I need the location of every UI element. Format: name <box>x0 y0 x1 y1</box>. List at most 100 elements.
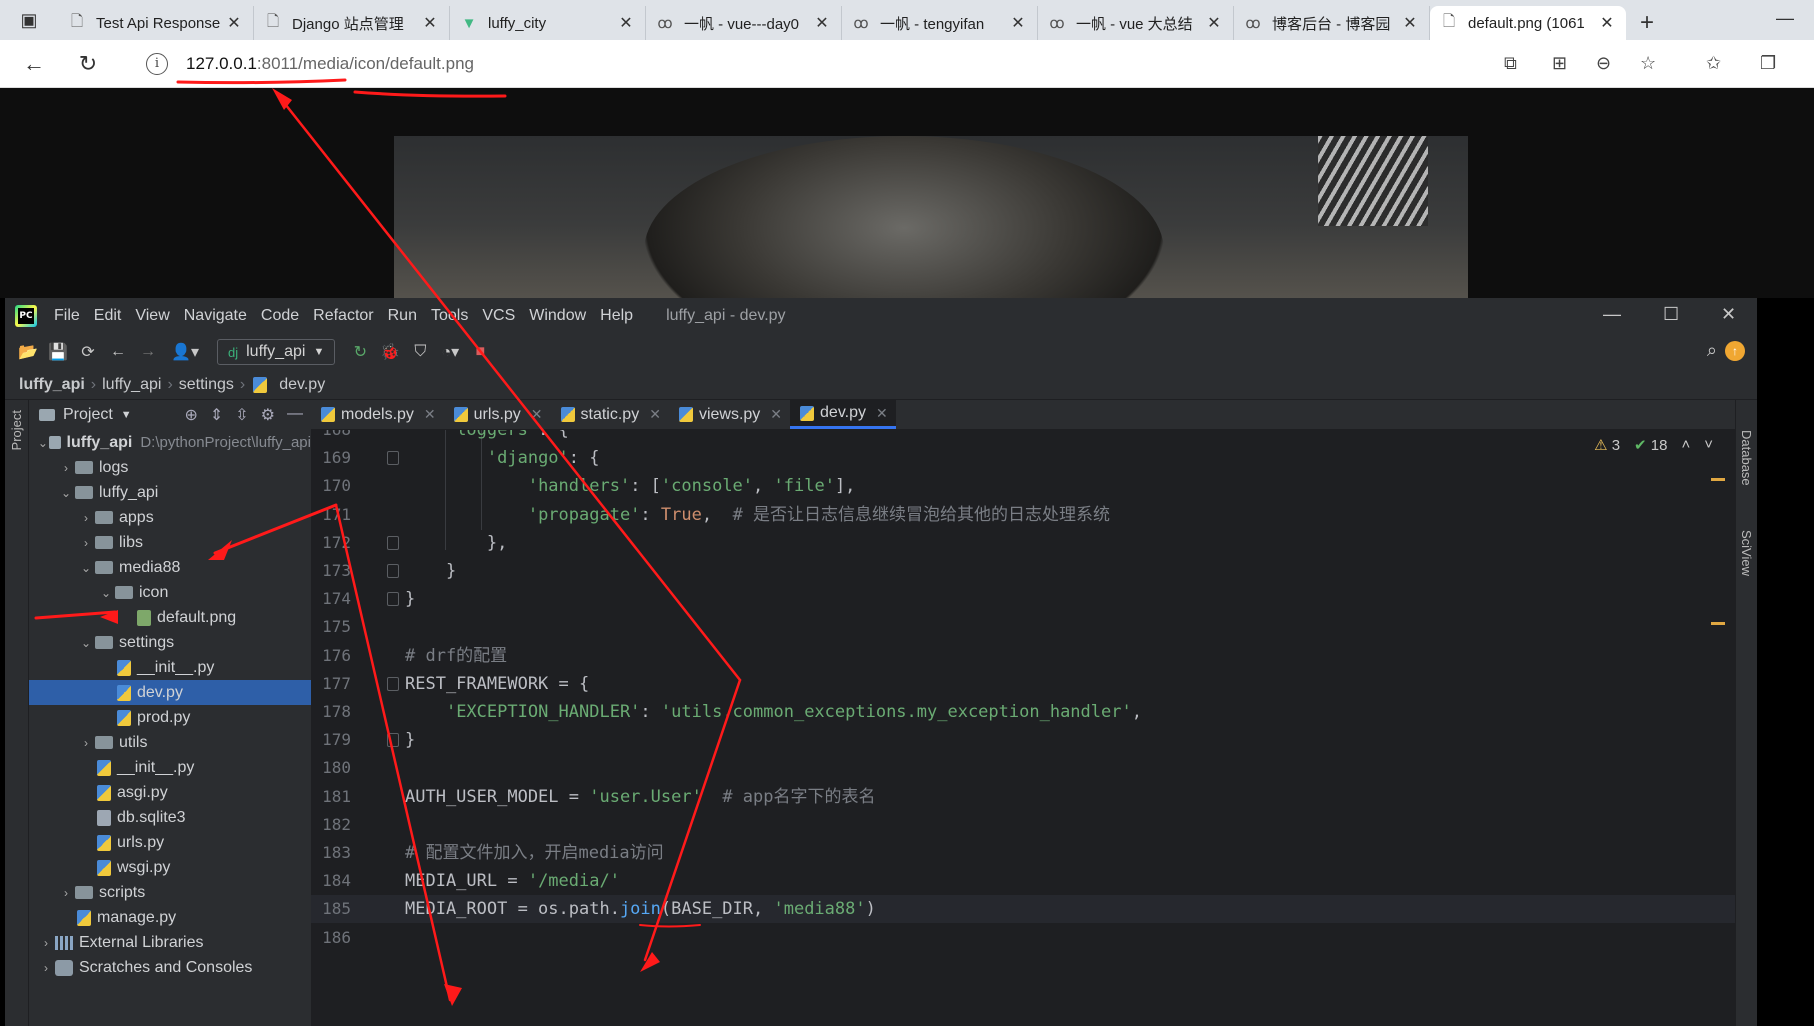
code-line[interactable]: 181 AUTH_USER_MODEL = 'user.User' # app名字… <box>311 783 1735 811</box>
tree-item[interactable]: db.sqlite3 <box>29 805 311 830</box>
code-line[interactable]: 170 'handlers': ['console', 'file'], <box>311 472 1735 500</box>
window-maximize-icon[interactable]: ☐ <box>1663 304 1679 325</box>
menu-item-refactor[interactable]: Refactor <box>306 307 380 325</box>
editor-tab[interactable]: views.py ✕ <box>669 400 790 429</box>
site-info-icon[interactable]: i <box>146 53 168 75</box>
menu-item-code[interactable]: Code <box>254 307 306 325</box>
reload-icon[interactable]: ↻ <box>74 50 102 78</box>
chevron-right-icon[interactable]: › <box>57 461 75 475</box>
menu-item-navigate[interactable]: Navigate <box>177 307 254 325</box>
nav-back-icon[interactable]: ← <box>103 343 133 361</box>
chevron-down-icon[interactable]: ⌄ <box>77 561 95 575</box>
save-all-icon[interactable]: 💾 <box>43 342 73 362</box>
tree-item[interactable]: default.png <box>29 605 311 630</box>
error-stripe-mark[interactable] <box>1711 478 1725 481</box>
update-icon[interactable]: ↑ <box>1725 341 1745 361</box>
url-text[interactable]: 127.0.0.1:8011/media/icon/default.png <box>186 54 474 74</box>
nav-forward-icon[interactable]: → <box>133 343 163 361</box>
chevron-right-icon[interactable]: › <box>57 886 75 900</box>
menu-item-run[interactable]: Run <box>381 307 424 325</box>
editor-tab[interactable]: dev.py ✕ <box>790 400 896 429</box>
profile-icon[interactable]: ◔▾ <box>435 342 465 362</box>
chevron-down-icon[interactable]: ▼ <box>121 409 132 421</box>
favorites-icon[interactable]: ✩ <box>1706 53 1721 74</box>
chevron-right-icon[interactable]: › <box>77 511 95 525</box>
rerun-icon[interactable]: ↻ <box>345 342 375 362</box>
browser-tab[interactable]: ꝏ 一帆 - tengyifan ✕ <box>842 6 1038 40</box>
code-line[interactable]: 168 'loggers': { <box>311 430 1735 444</box>
tree-item[interactable]: › apps <box>29 505 311 530</box>
run-config-selector[interactable]: dj luffy_api ▼ <box>217 339 336 365</box>
tree-item[interactable]: asgi.py <box>29 780 311 805</box>
code-line[interactable]: 173 } <box>311 557 1735 585</box>
code-line[interactable]: 169 'django': { <box>311 444 1735 472</box>
fold-marker-icon[interactable] <box>387 451 399 466</box>
code-line[interactable]: 180 <box>311 754 1735 782</box>
fold-marker-icon[interactable] <box>387 733 399 748</box>
chevron-right-icon[interactable]: › <box>77 536 95 550</box>
tree-item[interactable]: ⌄ icon <box>29 580 311 605</box>
window-close-icon[interactable]: ✕ <box>1721 304 1736 325</box>
sciview-tool-button[interactable]: SciView <box>1739 530 1754 576</box>
code-line[interactable]: 174} <box>311 585 1735 613</box>
close-icon[interactable]: ✕ <box>1598 13 1616 33</box>
tree-item[interactable]: › logs <box>29 455 311 480</box>
breadcrumb-item[interactable]: luffy_api <box>19 376 85 394</box>
gear-icon[interactable]: ⚙ <box>261 405 275 425</box>
code-area[interactable]: 168 'loggers': {169 'django': {170 'hand… <box>311 430 1735 1026</box>
close-icon[interactable]: ✕ <box>1205 13 1223 33</box>
hide-panel-icon[interactable]: — <box>287 405 303 425</box>
breadcrumb-item[interactable]: dev.py <box>279 376 325 394</box>
code-line[interactable]: 179} <box>311 726 1735 754</box>
tree-item[interactable]: urls.py <box>29 830 311 855</box>
sync-icon[interactable]: ⟳ <box>73 342 103 362</box>
tree-item[interactable]: ⌄ luffy_api <box>29 480 311 505</box>
locate-icon[interactable]: ⊕ <box>184 405 197 425</box>
chevron-down-icon[interactable]: ˅ <box>1704 436 1713 454</box>
browser-tab[interactable]: ꝏ 一帆 - vue 大总结 ✕ <box>1038 6 1234 40</box>
close-icon[interactable]: ✕ <box>1009 13 1027 33</box>
chevron-down-icon[interactable]: ⌄ <box>57 486 75 500</box>
project-view-selector[interactable]: Project <box>63 406 113 424</box>
tree-item[interactable]: dev.py <box>29 680 311 705</box>
browser-tab[interactable]: 🗋 default.png (1061 ✕ <box>1430 6 1626 40</box>
browser-tab[interactable]: 🗋 Django 站点管理 ✕ <box>254 6 450 40</box>
new-tab-button[interactable]: + <box>1626 6 1668 40</box>
close-icon[interactable]: ✕ <box>1401 13 1419 33</box>
tab-actions-icon[interactable]: ▣ <box>0 0 58 40</box>
chevron-down-icon[interactable]: ⌄ <box>37 436 49 450</box>
close-icon[interactable]: ✕ <box>424 406 436 423</box>
coverage-icon[interactable]: ⛉ <box>405 343 435 361</box>
menu-item-window[interactable]: Window <box>522 307 593 325</box>
tree-item[interactable]: ⌄ media88 <box>29 555 311 580</box>
error-stripe-mark[interactable] <box>1711 622 1725 625</box>
editor-tab[interactable]: static.py ✕ <box>551 400 669 429</box>
close-icon[interactable]: ✕ <box>813 13 831 33</box>
tree-item[interactable]: › Scratches and Consoles <box>29 955 311 980</box>
menu-item-view[interactable]: View <box>128 307 176 325</box>
chevron-down-icon[interactable]: ⌄ <box>77 636 95 650</box>
chevron-right-icon[interactable]: › <box>37 961 55 975</box>
code-line[interactable]: 175 <box>311 613 1735 641</box>
editor-tab[interactable]: models.py ✕ <box>311 400 444 429</box>
fold-marker-icon[interactable] <box>387 564 399 578</box>
close-icon[interactable]: ✕ <box>649 406 661 423</box>
editor-tab[interactable]: urls.py ✕ <box>444 400 551 429</box>
breadcrumb-item[interactable]: settings <box>179 376 234 394</box>
open-folder-icon[interactable]: 📂 <box>13 342 43 362</box>
expand-all-icon[interactable]: ⇕ <box>210 405 223 425</box>
minimize-icon[interactable]: — <box>1776 8 1794 29</box>
fold-marker-icon[interactable] <box>387 592 399 607</box>
collections-icon[interactable]: ❐ <box>1760 53 1776 74</box>
close-icon[interactable]: ✕ <box>421 13 439 33</box>
add-favorite-icon[interactable]: ☆ <box>1640 53 1656 74</box>
code-line[interactable]: 185 MEDIA_ROOT = os.path.join(BASE_DIR, '… <box>311 895 1735 924</box>
fold-marker-icon[interactable] <box>387 535 399 550</box>
close-icon[interactable]: ✕ <box>876 405 888 422</box>
tree-item[interactable]: › libs <box>29 530 311 555</box>
browser-tab[interactable]: ꝏ 博客后台 - 博客园 ✕ <box>1234 6 1430 40</box>
tree-item[interactable]: prod.py <box>29 705 311 730</box>
menu-item-vcs[interactable]: VCS <box>475 307 522 325</box>
menu-item-file[interactable]: File <box>47 307 87 325</box>
inspection-widget[interactable]: ⚠ 3 ✔ 18 ˄ ˅ <box>1594 436 1713 454</box>
